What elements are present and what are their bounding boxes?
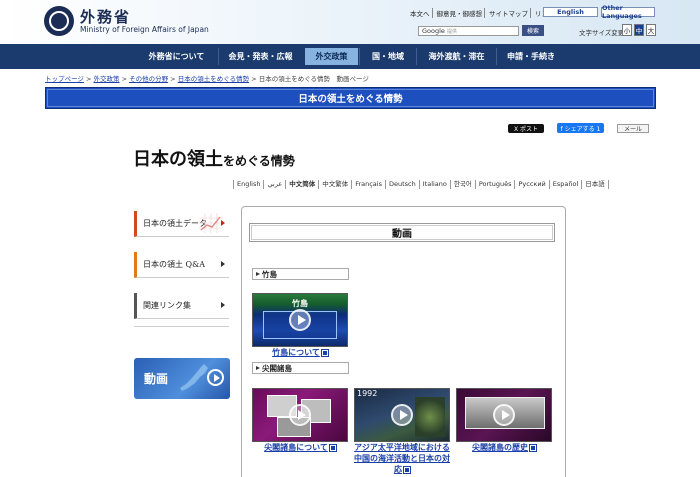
breadcrumb-other[interactable]: その他の分野 (129, 75, 168, 83)
lang-spanish[interactable]: Español (548, 180, 582, 189)
video-link-label: 竹島について (272, 348, 320, 357)
lang-korean[interactable]: 한국어 (449, 180, 475, 189)
ministry-emblem-icon[interactable] (44, 6, 74, 36)
video-thumbnail-takeshima[interactable]: 竹島 (252, 293, 348, 347)
page-title-part: 日本の領土 (133, 149, 223, 170)
lang-portuguese[interactable]: Português (474, 180, 515, 189)
mail-button[interactable]: メール (617, 124, 649, 133)
video-link-senkaku-about[interactable]: 尖閣諸島について (252, 442, 348, 453)
external-window-icon (320, 349, 329, 357)
lang-japanese[interactable]: 日本語 (581, 180, 609, 189)
sidebar-item-territory-data[interactable]: 日本の領土データ (134, 211, 229, 237)
play-icon (207, 369, 224, 386)
nav-press[interactable]: 会見・発表・広報 (218, 48, 302, 65)
lang-chinese-simplified[interactable]: 中文简体 (285, 180, 318, 189)
font-size-medium-button[interactable]: 中 (634, 24, 644, 36)
video-thumbnail-senkaku-history[interactable] (456, 388, 552, 442)
nav-about[interactable]: 外務省について (135, 48, 218, 65)
breadcrumb-current: 日本の領土をめぐる情勢 動画ページ (258, 75, 369, 83)
video-link-label: 尖閣諸島について (264, 443, 328, 452)
top-link-sitemap[interactable]: サイトマップ (487, 8, 531, 18)
thumbnail-caption: 1992 (357, 389, 378, 398)
font-size-large-button[interactable]: 大 (646, 24, 656, 36)
lang-arabic[interactable]: عربي (263, 180, 285, 189)
video-banner-label: 動画 (144, 372, 169, 386)
font-size-label: 文字サイズ変更 (579, 29, 625, 37)
external-window-icon (529, 444, 537, 452)
video-link-label: アジア太平洋地域における中国の海洋活動と日本の対応 (354, 443, 450, 474)
breadcrumb-separator: > (121, 75, 128, 83)
nav-foreign-policy[interactable]: 外交政策 (305, 48, 358, 65)
chart-decoration-icon (199, 213, 223, 233)
sidebar-item-links[interactable]: 関連リンク集 (134, 293, 229, 319)
play-icon (289, 309, 311, 331)
video-thumbnail-china-maritime[interactable]: 1992 (354, 388, 450, 442)
lang-english[interactable]: English (233, 180, 263, 189)
sidebar-divider (134, 326, 229, 327)
breadcrumb-separator: > (170, 75, 176, 83)
breadcrumb-separator: > (85, 75, 92, 83)
video-thumbnail-senkaku-about[interactable] (252, 388, 348, 442)
page-title-part: 情勢 (270, 154, 295, 168)
video-link-takeshima[interactable]: 竹島について (252, 347, 348, 358)
page: 外務省 Ministry of Foreign Affairs of Japan… (0, 0, 700, 477)
play-icon (391, 404, 413, 426)
breadcrumb-separator: > (251, 75, 257, 83)
font-size-small-button[interactable]: 小 (622, 24, 632, 36)
external-window-icon (403, 466, 411, 474)
lang-chinese-traditional[interactable]: 中文繁体 (318, 180, 351, 189)
lang-french[interactable]: Français (351, 180, 385, 189)
header: 外務省 Ministry of Foreign Affairs of Japan… (0, 0, 700, 44)
other-languages-button[interactable]: Other Languages (601, 4, 655, 20)
chevron-right-icon (221, 220, 225, 226)
search-input[interactable]: Google 提供 (418, 26, 519, 36)
video-banner[interactable]: 動画 (134, 358, 230, 399)
chevron-right-icon (221, 302, 225, 308)
map-decoration (415, 397, 445, 437)
nav-countries[interactable]: 国・地域 (359, 48, 416, 65)
sidebar-item-qa[interactable]: 日本の領土 Q&A (134, 252, 229, 278)
lang-russian[interactable]: Русский (514, 180, 548, 189)
chevron-right-icon (221, 261, 225, 267)
panel-title: 動画 (249, 223, 555, 242)
search-button[interactable]: 検索 (522, 25, 544, 36)
lang-italian[interactable]: Italiano (418, 180, 450, 189)
page-title-part: をめぐる (223, 154, 271, 168)
play-icon (289, 404, 311, 426)
top-link-feedback[interactable]: 御意見・御感想 (435, 8, 485, 18)
video-link-senkaku-history[interactable]: 尖閣諸島の歴史 (456, 442, 552, 453)
x-post-button[interactable]: X ポスト (508, 124, 544, 133)
play-icon (493, 404, 515, 426)
search-placeholder: 提供 (447, 29, 458, 35)
breadcrumb: トップページ > 外交政策 > その他の分野 > 日本の領土をめぐる情勢 > 日… (45, 73, 369, 83)
lang-german[interactable]: Deutsch (384, 180, 419, 189)
thumbnail-caption: 竹島 (292, 298, 308, 308)
language-switcher: English عربي 中文简体 中文繁体 Français Deutsch … (233, 180, 609, 189)
section-heading-takeshima: 竹島 (252, 268, 349, 280)
breadcrumb-top[interactable]: トップページ (45, 75, 84, 83)
breadcrumb-territory[interactable]: 日本の領土をめぐる情勢 (178, 75, 249, 83)
sidebar-item-label: 日本の領土 Q&A (143, 260, 205, 269)
english-button[interactable]: English (543, 7, 598, 17)
logo-subtitle[interactable]: Ministry of Foreign Affairs of Japan (80, 25, 209, 34)
nav-applications[interactable]: 申請・手続き (496, 48, 565, 65)
sidebar-item-label: 関連リンク集 (143, 301, 191, 310)
top-links: 本文へ 御意見・御感想 サイトマップ リンク集 (408, 8, 563, 18)
search-prefix: Google (422, 27, 445, 35)
main-nav: 外務省について 会見・発表・広報 外交政策 国・地域 海外渡航・滞在 申請・手続… (0, 44, 700, 69)
page-title: 日本の領土をめぐる情勢 (133, 145, 295, 171)
logo-title[interactable]: 外務省 (80, 6, 131, 27)
nav-travel[interactable]: 海外渡航・滞在 (416, 48, 496, 65)
sidebar-item-label: 日本の領土データ (143, 219, 207, 228)
video-link-label: 尖閣諸島の歴史 (472, 443, 528, 452)
external-window-icon (328, 444, 337, 452)
section-banner: 日本の領土をめぐる情勢 (45, 87, 656, 109)
top-link-main[interactable]: 本文へ (408, 8, 433, 18)
video-link-china-maritime[interactable]: アジア太平洋地域における中国の海洋活動と日本の対応 (352, 442, 452, 475)
breadcrumb-foreign-policy[interactable]: 外交政策 (93, 75, 119, 83)
facebook-share-button[interactable]: f シェアする 1 (557, 123, 604, 133)
section-heading-senkaku: 尖閣諸島 (252, 362, 349, 374)
